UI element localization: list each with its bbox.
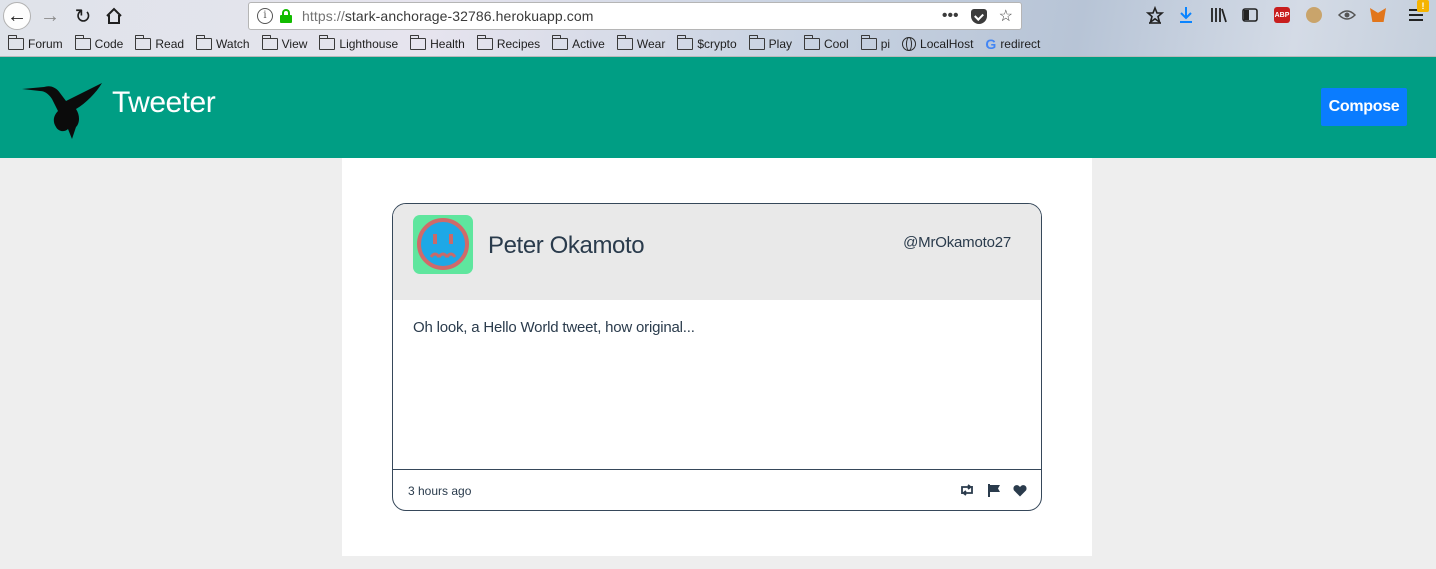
bookmark-cool[interactable]: Cool [804,35,849,51]
bookmark-label: Active [572,37,605,51]
folder-icon [860,35,877,50]
url-host: stark-anchorage-32786.herokuapp.com [344,8,594,24]
bookmark-label: Watch [216,37,250,51]
folder-icon [196,35,213,50]
lock-icon [279,9,293,23]
pocket-icon[interactable] [970,8,987,24]
bookmark-redirect[interactable]: Gredirect [985,36,1040,52]
warning-badge: ! [1417,0,1429,12]
home-icon[interactable] [100,2,128,30]
folder-icon [804,35,821,50]
google-icon: G [985,36,997,52]
tweet-card: Peter Okamoto @MrOkamoto27 Oh look, a He… [392,203,1042,511]
bookmark-label: Code [94,37,124,51]
avatar [413,215,473,274]
eye-icon[interactable] [1338,5,1356,25]
bookmark-localhost[interactable]: LocalHost [902,37,973,51]
library-icon[interactable] [1210,5,1228,25]
bookmark-star-icon[interactable]: ☆ [999,6,1013,26]
navigation-toolbar: ← → ↻ i https://stark-anchorage-32786.he… [0,0,1436,32]
tweet-timestamp: 3 hours ago [408,484,472,498]
bookmark-pi[interactable]: pi [860,35,891,51]
folder-icon [74,35,91,50]
tweet-footer: 3 hours ago [393,469,1041,510]
page-actions-menu-icon[interactable]: ••• [942,7,959,25]
browser-chrome: ← → ↻ i https://stark-anchorage-32786.he… [0,0,1436,57]
bookmark-view[interactable]: View [261,35,308,51]
bookmark-label: Wear [636,37,666,51]
bookmark-crypto[interactable]: $crypto [677,35,737,51]
tweet-header: Peter Okamoto @MrOkamoto27 [393,204,1041,300]
bookmark-label: Recipes [496,37,541,51]
bookmark-label: redirect [1000,37,1041,51]
url-actions: ••• ☆ [942,6,1021,26]
bookmark-wear[interactable]: Wear [616,35,666,51]
folder-icon [476,35,493,50]
adblock-icon[interactable]: ABP [1274,5,1290,25]
main-container: Peter Okamoto @MrOkamoto27 Oh look, a He… [342,158,1092,556]
globe-icon [902,37,917,51]
url-scheme: https:// [302,8,345,24]
bookmark-label: Forum [28,37,63,51]
bookmark-read[interactable]: Read [135,35,185,51]
folder-icon [616,35,633,50]
bookmark-forum[interactable]: Forum [8,35,63,51]
bookmark-recipes[interactable]: Recipes [476,35,541,51]
folder-icon [677,35,694,50]
info-icon[interactable]: i [257,8,273,24]
tweet-author-handle: @MrOkamoto27 [903,234,1011,251]
bookmark-label: Read [155,37,185,51]
bookmarks-toolbar: Forum Code Read Watch View Lighthouse He… [0,33,1436,55]
reload-icon[interactable]: ↻ [69,2,97,30]
sidebar-icon[interactable] [1242,5,1258,25]
bookmark-label: Health [430,37,465,51]
bookmark-code[interactable]: Code [74,35,124,51]
bookmark-health[interactable]: Health [410,35,465,51]
robot-face-icon [417,218,469,270]
folder-icon [552,35,569,50]
bookmark-label: $crypto [697,37,737,51]
tweet-content: Oh look, a Hello World tweet, how origin… [413,319,695,336]
bookmark-label: Lighthouse [339,37,399,51]
bookmark-lighthouse[interactable]: Lighthouse [319,35,399,51]
monkey-extension-icon[interactable] [1306,5,1322,25]
tweet-author-name: Peter Okamoto [488,232,645,259]
bookmark-label: View [281,37,308,51]
flag-icon[interactable] [987,483,1001,497]
folder-icon [8,35,24,50]
app-title: Tweeter [112,86,216,119]
compose-button[interactable]: Compose [1321,88,1407,126]
bookmark-label: LocalHost [920,37,974,51]
bookmark-label: pi [880,37,891,51]
download-icon[interactable] [1178,5,1194,25]
folder-icon [261,35,278,50]
bookmark-active[interactable]: Active [552,35,605,51]
bookmark-label: Cool [824,37,849,51]
tweet-actions [959,483,1027,497]
folder-icon [135,35,152,50]
metamask-fox-icon[interactable] [1370,5,1386,25]
folder-icon [319,35,336,50]
reading-list-star-icon[interactable] [1146,5,1164,25]
app-header: Tweeter Compose [0,57,1436,158]
bookmark-play[interactable]: Play [748,35,793,51]
folder-icon [748,35,765,50]
forward-arrow-icon[interactable]: → [36,2,64,30]
bookmark-watch[interactable]: Watch [196,35,250,51]
heart-icon[interactable] [1013,484,1027,497]
retweet-icon[interactable] [959,484,975,496]
bookmark-label: Play [768,37,793,51]
url-text[interactable]: https://stark-anchorage-32786.herokuapp.… [302,8,593,24]
hummingbird-logo-icon [22,83,102,139]
folder-icon [410,35,427,50]
url-bar[interactable]: i https://stark-anchorage-32786.herokuap… [248,2,1022,30]
back-arrow-icon[interactable]: ← [3,2,31,30]
